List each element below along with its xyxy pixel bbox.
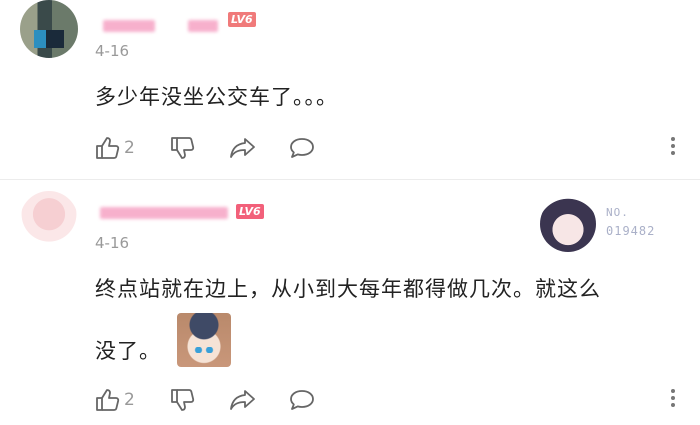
- reply-button[interactable]: [288, 386, 316, 414]
- thumb-up-icon: [96, 137, 120, 159]
- comment-text: 多少年没坐公交车了。。。: [95, 85, 338, 109]
- divider: [0, 179, 700, 180]
- fan-badge-label: NO.: [606, 206, 629, 219]
- dislike-button[interactable]: [170, 134, 196, 162]
- like-button[interactable]: 2: [95, 134, 135, 162]
- share-button[interactable]: [229, 134, 257, 162]
- dislike-button[interactable]: [170, 386, 196, 414]
- fan-badge-avatar: [540, 196, 596, 252]
- fan-badge[interactable]: NO. 019482: [540, 196, 660, 256]
- comment-item: LV6 4-16 多少年没坐公交车了。。。 2: [0, 0, 700, 180]
- username[interactable]: [100, 207, 228, 219]
- comment-text-line2: 没了。: [95, 339, 161, 363]
- avatar[interactable]: [20, 191, 78, 249]
- like-count: 2: [124, 138, 135, 158]
- comment-text: 终点站就在边上，从小到大每年都得做几次。就这么: [95, 277, 601, 301]
- comment-date: 4-16: [95, 42, 130, 60]
- fan-badge-number: 019482: [606, 224, 656, 238]
- level-badge: LV6: [236, 204, 264, 219]
- reply-icon: [290, 138, 314, 158]
- thumb-down-icon: [171, 137, 195, 159]
- thumb-down-icon: [171, 389, 195, 411]
- like-button[interactable]: 2: [95, 386, 135, 414]
- level-badge: LV6: [228, 12, 256, 27]
- emoji-sticker: [177, 313, 231, 367]
- avatar[interactable]: [20, 0, 78, 58]
- share-icon: [230, 138, 255, 158]
- share-button[interactable]: [229, 386, 257, 414]
- like-count: 2: [124, 390, 135, 410]
- share-icon: [230, 390, 255, 410]
- reply-icon: [290, 390, 314, 410]
- thumb-up-icon: [96, 389, 120, 411]
- username-part: [188, 20, 218, 32]
- username[interactable]: [103, 20, 155, 32]
- comment-item: LV6 4-16 NO. 019482 终点站就在边上，从小到大每年都得做几次。…: [0, 181, 700, 425]
- more-icon[interactable]: [670, 137, 676, 157]
- comment-date: 4-16: [95, 234, 130, 252]
- reply-button[interactable]: [288, 134, 316, 162]
- more-icon[interactable]: [670, 389, 676, 409]
